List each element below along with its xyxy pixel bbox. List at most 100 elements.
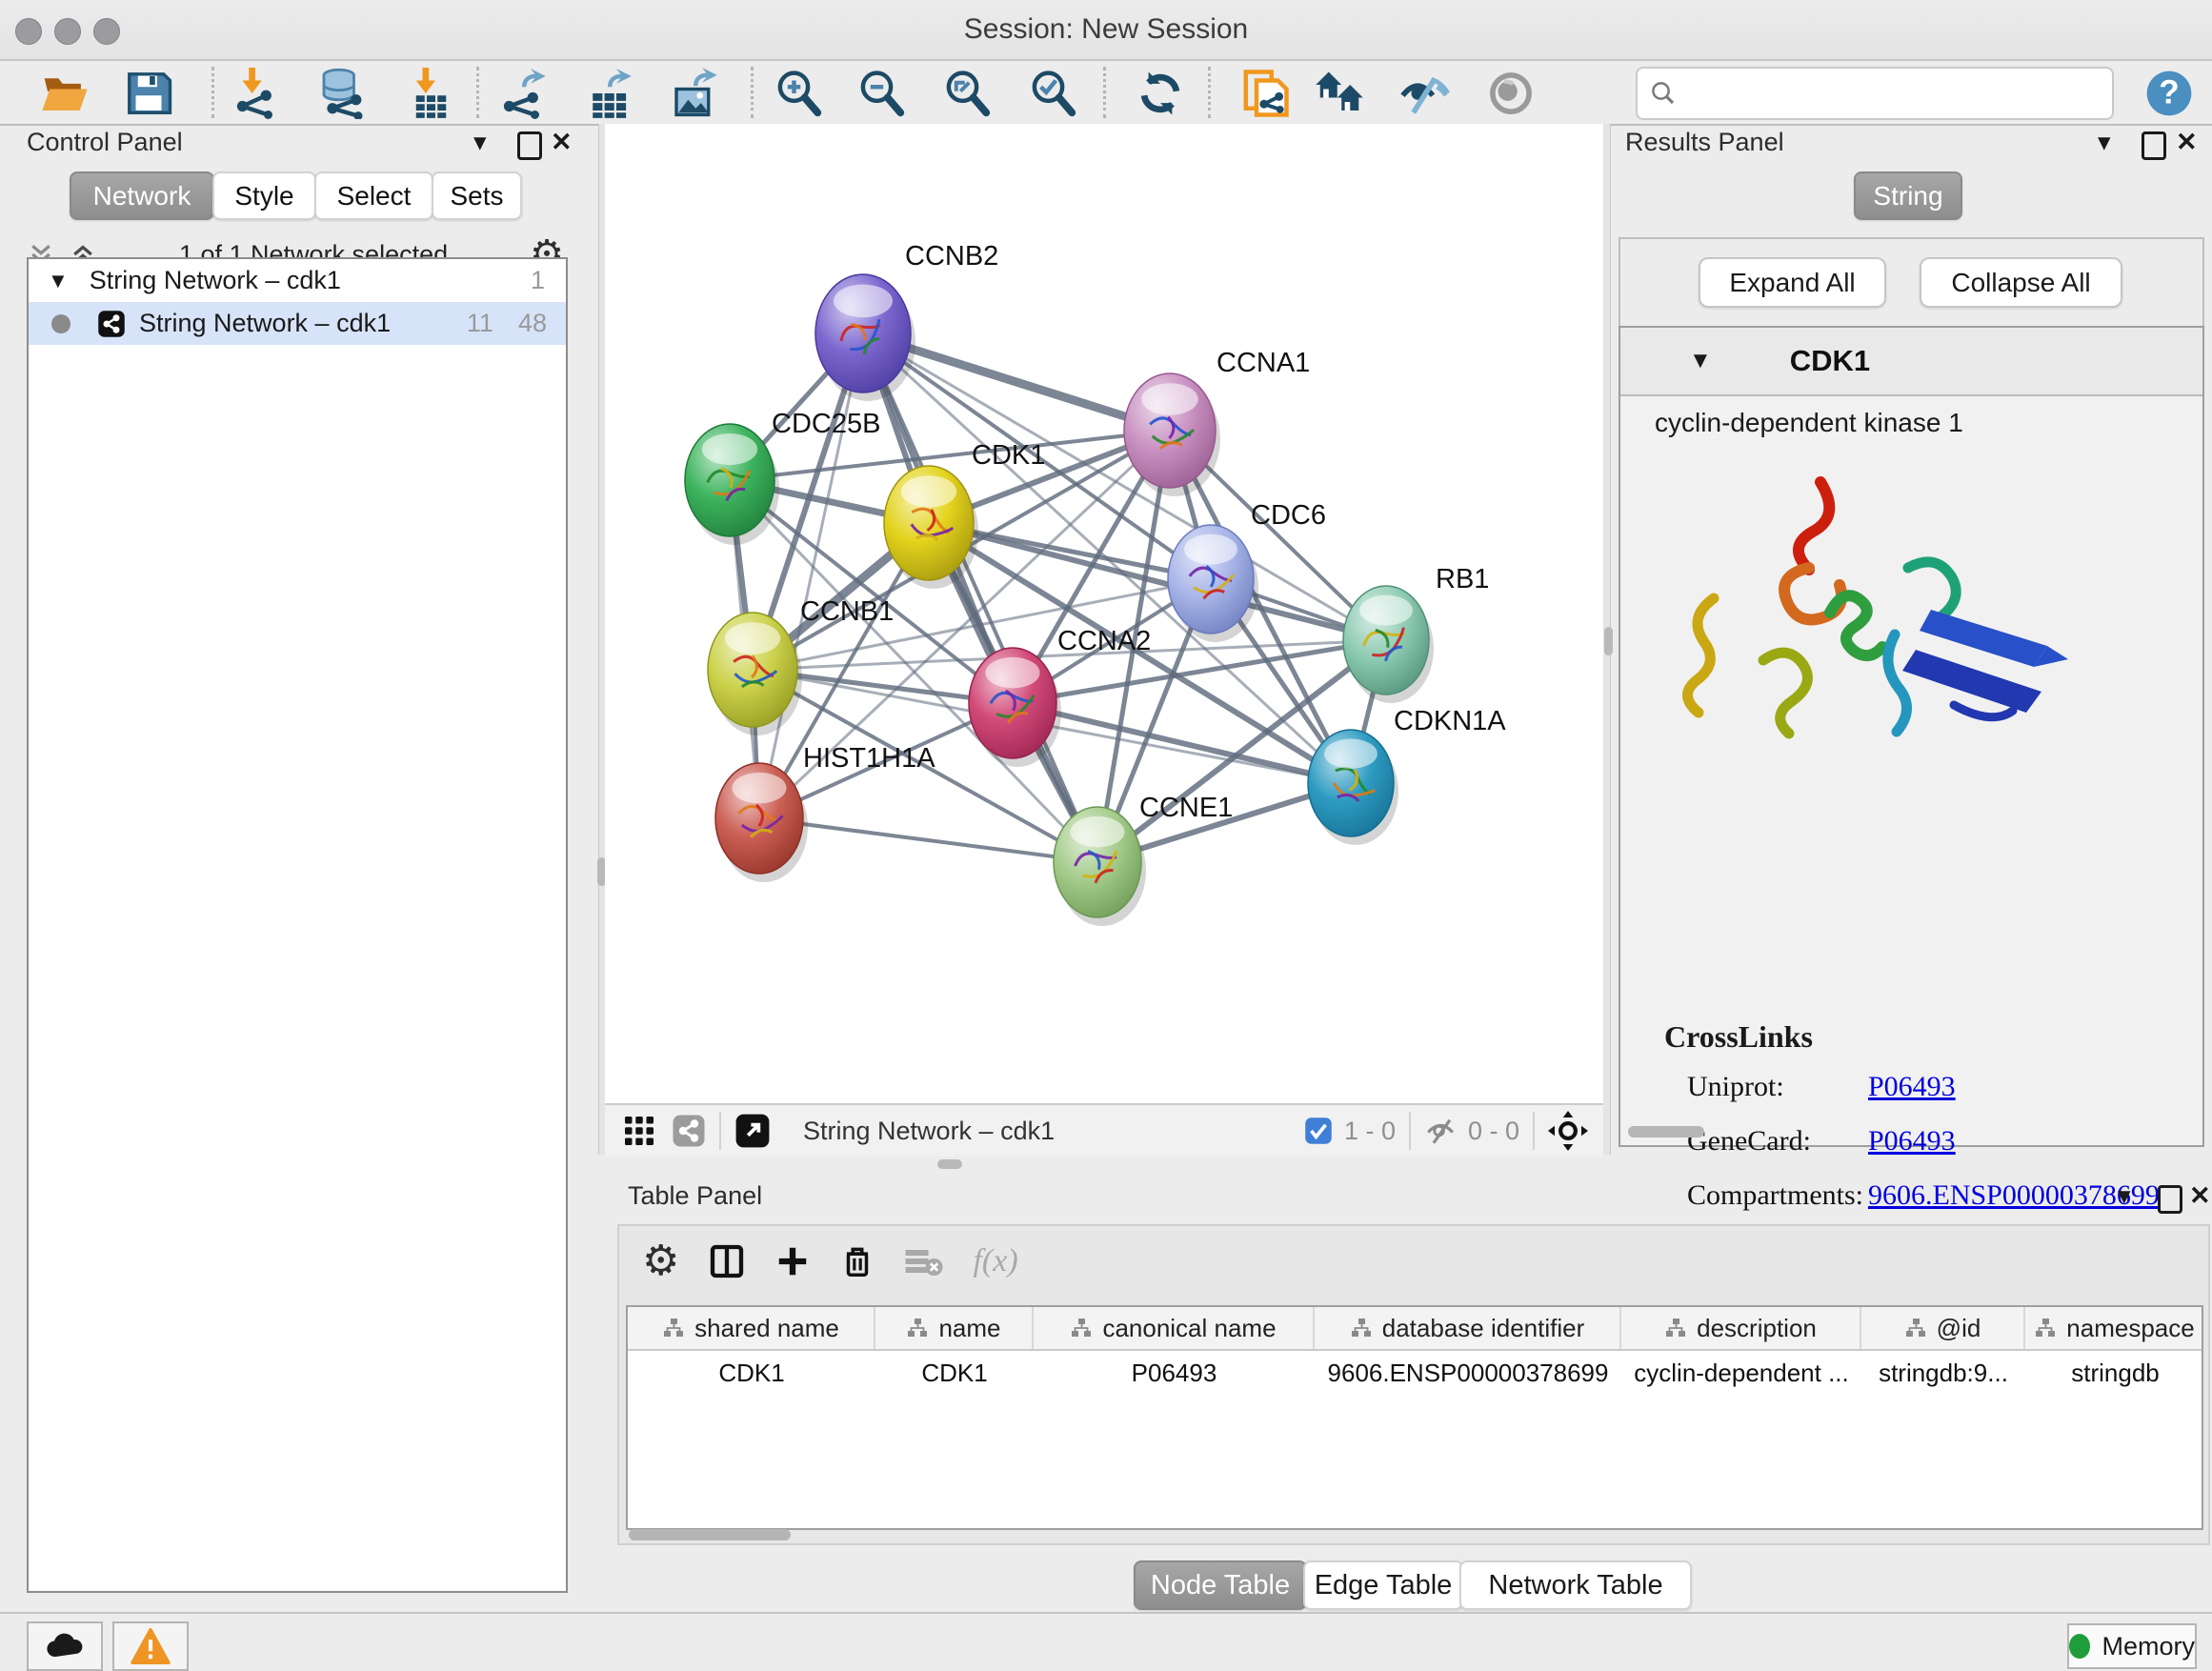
hide-unhide-button[interactable] [1398, 67, 1451, 120]
tab-sets[interactable]: Sets [432, 171, 522, 220]
panel-float-icon[interactable] [2142, 131, 2166, 165]
column-header[interactable]: database identifier [1315, 1307, 1621, 1349]
zoom-in-button[interactable] [772, 67, 825, 120]
home-view-button[interactable] [1313, 67, 1366, 120]
delete-column-icon[interactable] [839, 1243, 875, 1279]
panel-close-icon[interactable]: ✕ [2189, 1183, 2211, 1209]
fit-crosshair-icon[interactable] [1548, 1111, 1588, 1151]
export-image-icon [668, 68, 719, 119]
column-header[interactable]: @id [1861, 1307, 2025, 1349]
open-session-button[interactable] [38, 67, 91, 120]
selected-checkbox-icon[interactable] [1304, 1117, 1333, 1145]
network-collection-row[interactable]: ▼ String Network – cdk1 1 [29, 259, 566, 302]
column-header[interactable]: name [875, 1307, 1034, 1349]
network-share-icon[interactable] [672, 1114, 706, 1148]
zoom-selected-button[interactable] [1026, 67, 1079, 120]
table-hscrollbar[interactable] [629, 1529, 791, 1540]
node-CCNE1[interactable]: CCNE1 [1054, 793, 1233, 926]
collapse-arrow-icon[interactable]: ▼ [48, 269, 69, 293]
column-header[interactable]: canonical name [1034, 1307, 1315, 1349]
table-cell[interactable]: 9606.ENSP00000378699 [1315, 1351, 1621, 1395]
panel-menu-icon[interactable]: ▾ [2098, 130, 2111, 155]
tab-node-table[interactable]: Node Table [1134, 1560, 1307, 1610]
zoom-fit-button[interactable] [940, 67, 994, 120]
node-label: CCNA1 [1217, 348, 1310, 378]
edge-CCNB2-CCNE1[interactable] [863, 333, 1097, 862]
column-header[interactable]: namespace [2025, 1307, 2203, 1349]
export-image-button[interactable] [667, 67, 720, 120]
clone-network-button[interactable] [1238, 67, 1292, 120]
add-column-icon[interactable] [774, 1243, 811, 1279]
network-canvas[interactable]: CCNB2CCNA1CDC25BCDK1CDC6RB1CCNB1CCNA2CDK… [605, 124, 1603, 1103]
import-network-from-database-button[interactable] [314, 67, 368, 120]
column-header[interactable]: description [1621, 1307, 1861, 1349]
table-cell[interactable]: P06493 [1034, 1351, 1315, 1395]
tab-select[interactable]: Select [314, 171, 433, 220]
table-cell[interactable]: stringdb:9... [1861, 1351, 2025, 1395]
tab-edge-table[interactable]: Edge Table [1303, 1560, 1463, 1610]
detach-view-icon[interactable] [734, 1113, 771, 1149]
refresh-layout-button[interactable] [1134, 67, 1187, 120]
network-edge-count: 48 [518, 309, 547, 338]
collection-count: 1 [531, 266, 545, 295]
node-CCNB2[interactable]: CCNB2 [815, 241, 998, 401]
network-graph[interactable]: CCNB2CCNA1CDC25BCDK1CDC6RB1CCNB1CCNA2CDK… [605, 124, 1603, 1103]
node-RB1[interactable]: RB1 [1343, 564, 1489, 703]
network-row-selected[interactable]: String Network – cdk1 11 48 [29, 302, 566, 345]
status-bar: Memory [0, 1612, 2212, 1671]
function-builder-button[interactable]: f(x) [973, 1243, 1017, 1279]
zoom-out-button[interactable] [855, 67, 908, 120]
expand-all-button[interactable]: Expand All [1699, 257, 1886, 308]
export-network-icon [496, 68, 548, 119]
import-network-button[interactable] [229, 67, 282, 120]
warnings-button[interactable] [112, 1621, 189, 1671]
node-label: CCNB1 [800, 596, 894, 627]
table-cell[interactable]: CDK1 [875, 1351, 1034, 1395]
collapse-arrow-icon[interactable]: ▼ [1689, 348, 1712, 374]
table-row[interactable]: CDK1CDK1P064939606.ENSP00000378699cyclin… [628, 1351, 2202, 1395]
node-HIST1H1A[interactable]: HIST1H1A [715, 743, 935, 882]
export-table-button[interactable] [581, 67, 634, 120]
tab-network-table[interactable]: Network Table [1459, 1560, 1692, 1610]
node-CDKN1A[interactable]: CDKN1A [1308, 706, 1506, 845]
edge-CCNA2-CDKN1A[interactable] [1013, 703, 1351, 783]
houses-icon [1314, 68, 1365, 119]
results-hscrollbar[interactable] [1628, 1126, 1704, 1137]
save-session-button[interactable] [122, 67, 175, 120]
columns-icon[interactable] [708, 1242, 746, 1280]
cloud-icon [44, 1630, 86, 1662]
import-table-button[interactable] [400, 67, 453, 120]
panel-close-icon[interactable]: ✕ [551, 130, 573, 155]
show-graphics-button[interactable] [1484, 67, 1538, 120]
node-CCNB1[interactable]: CCNB1 [708, 596, 894, 735]
node-CDC25B[interactable]: CDC25B [685, 409, 880, 545]
horizontal-splitter-handle[interactable] [937, 1159, 962, 1169]
table-cell[interactable]: CDK1 [628, 1351, 875, 1395]
panel-menu-icon[interactable]: ▾ [2118, 1183, 2131, 1209]
panel-float-icon[interactable] [517, 131, 542, 165]
cloud-status-button[interactable] [27, 1621, 103, 1671]
table-cell[interactable]: stringdb [2025, 1351, 2203, 1395]
crosslink-link[interactable]: P06493 [1868, 1071, 1956, 1125]
gene-name: CDK1 [1790, 344, 1870, 378]
table-cell[interactable]: cyclin-dependent ... [1621, 1351, 1861, 1395]
table-options-gear-icon[interactable]: ⚙ [642, 1240, 679, 1282]
table-header-row: shared namenamecanonical namedatabase id… [628, 1307, 2202, 1351]
export-network-button[interactable] [495, 67, 549, 120]
column-header[interactable]: shared name [628, 1307, 875, 1349]
edge-HIST1H1A-CCNE1[interactable] [759, 818, 1097, 862]
tab-string[interactable]: String [1854, 171, 1962, 220]
memory-button[interactable]: Memory [2067, 1623, 2197, 1669]
birds-eye-grid-icon[interactable] [622, 1114, 656, 1148]
column-header-label: @id [1937, 1314, 1981, 1343]
gene-header-row[interactable]: ▼ CDK1 [1620, 328, 2202, 396]
panel-close-icon[interactable]: ✕ [2176, 130, 2198, 155]
tab-style[interactable]: Style [212, 171, 316, 220]
search-input[interactable] [1685, 78, 2112, 110]
tab-network[interactable]: Network [70, 171, 214, 220]
panel-float-icon[interactable] [2158, 1185, 2182, 1218]
panel-menu-icon[interactable]: ▾ [473, 130, 487, 155]
crosslink-link[interactable]: P06493 [1868, 1125, 1956, 1179]
help-button[interactable]: ? [2142, 67, 2196, 120]
collapse-all-button[interactable]: Collapse All [1920, 257, 2122, 308]
